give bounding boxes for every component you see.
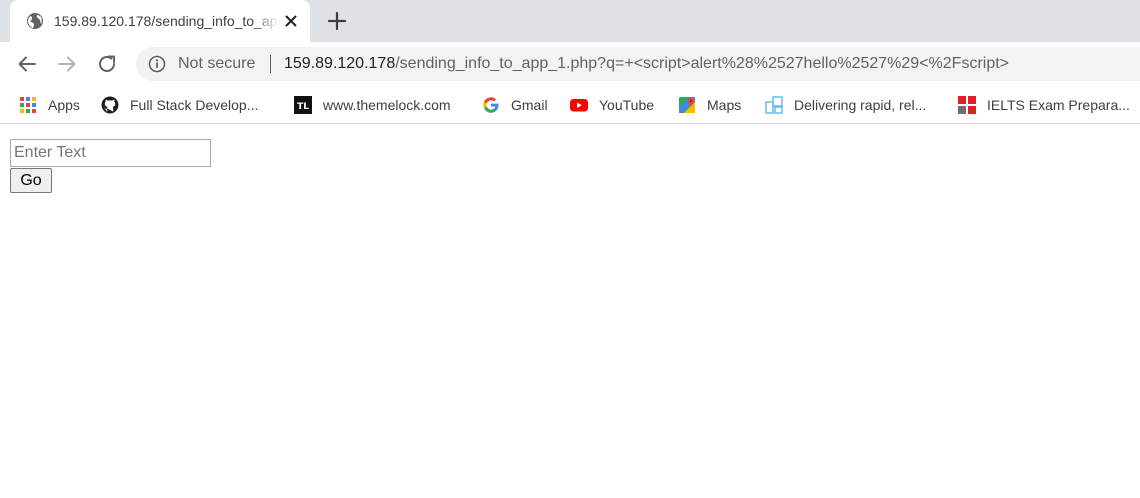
address-bar[interactable]: Not secure 159.89.120.178/sending_info_t… xyxy=(136,47,1140,81)
arrow-left-icon[interactable] xyxy=(15,52,39,76)
bookmark-youtube[interactable]: YouTube xyxy=(570,95,654,115)
globe-icon xyxy=(27,13,43,29)
text-input[interactable] xyxy=(10,139,211,167)
security-status[interactable]: Not secure xyxy=(178,55,255,73)
browser-toolbar: Not secure 159.89.120.178/sending_info_t… xyxy=(0,42,1140,86)
bookmarks-bar: Apps Full Stack Develop... TL www.themel… xyxy=(0,86,1140,124)
themelock-icon: TL xyxy=(294,96,312,114)
tab-strip: 159.89.120.178/sending_info_to_app_1.php… xyxy=(0,0,1140,42)
page-content: Go xyxy=(0,129,1140,498)
bookmark-gmail[interactable]: Gmail xyxy=(482,95,548,115)
url-path: /sending_info_to_app_1.php?q=+<script>al… xyxy=(395,55,1010,72)
ielts-icon xyxy=(958,96,976,114)
bookmark-apps[interactable]: Apps xyxy=(19,95,80,115)
youtube-icon xyxy=(570,99,588,112)
bookmark-label: Gmail xyxy=(511,97,548,113)
close-icon[interactable] xyxy=(281,11,301,31)
maps-icon xyxy=(679,97,695,113)
plus-icon[interactable] xyxy=(326,10,348,32)
bookmark-label: Maps xyxy=(707,97,742,113)
browser-tab[interactable]: 159.89.120.178/sending_info_to_app_1.php… xyxy=(10,0,310,42)
bookmark-label: YouTube xyxy=(599,97,655,113)
github-icon xyxy=(101,96,119,114)
arrow-right-icon[interactable] xyxy=(55,52,79,76)
svg-text:TL: TL xyxy=(297,102,309,112)
bookmark-label: Delivering rapid, rel... xyxy=(794,97,927,113)
tab-title: 159.89.120.178/sending_info_to_app_1.php… xyxy=(54,13,280,29)
bookmark-label: www.themelock.com xyxy=(323,97,451,113)
bookmark-site-icon xyxy=(765,96,783,114)
bookmark-ielts[interactable]: IELTS Exam Prepara... xyxy=(958,95,1130,115)
url-text[interactable]: 159.89.120.178/sending_info_to_app_1.php… xyxy=(284,55,1009,73)
bookmark-full-stack[interactable]: Full Stack Develop... xyxy=(101,95,258,115)
url-host: 159.89.120.178 xyxy=(284,55,396,72)
reload-icon[interactable] xyxy=(95,52,119,76)
google-icon xyxy=(483,97,499,113)
apps-grid-icon xyxy=(20,97,36,113)
omnibox-divider xyxy=(270,55,271,73)
bookmark-maps[interactable]: Maps xyxy=(678,95,741,115)
bookmark-label: IELTS Exam Prepara... xyxy=(987,97,1130,113)
info-icon[interactable] xyxy=(148,55,166,73)
bookmark-label: Full Stack Develop... xyxy=(130,97,259,113)
bookmark-label: Apps xyxy=(48,97,80,113)
go-button[interactable]: Go xyxy=(10,168,52,193)
bookmark-delivering[interactable]: Delivering rapid, rel... xyxy=(765,95,926,115)
bookmark-themelock[interactable]: TL www.themelock.com xyxy=(294,95,451,115)
